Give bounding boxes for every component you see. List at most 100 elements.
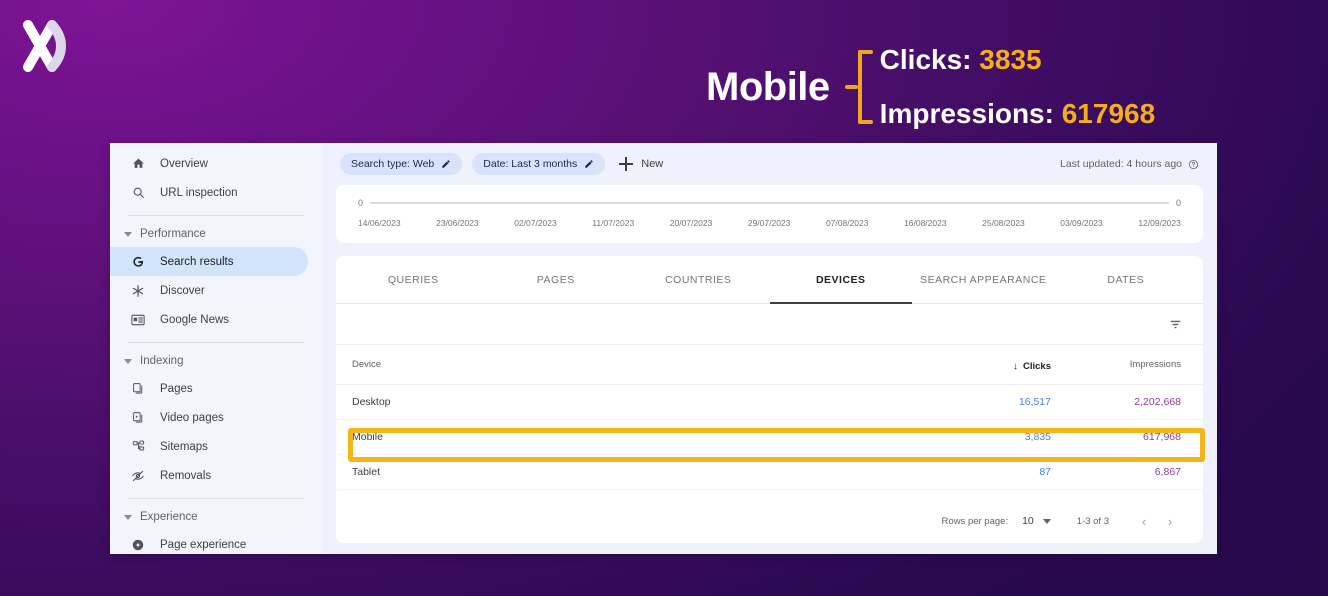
sidebar-item-url-inspection[interactable]: URL inspection — [110, 178, 308, 207]
divider — [128, 215, 304, 216]
sidebar-item-label: Discover — [160, 284, 205, 297]
cell-clicks: 87 — [1039, 466, 1051, 478]
search-type-chip-label: Search type: Web — [351, 158, 435, 170]
column-header-clicks[interactable]: ↓ Clicks — [931, 356, 1051, 374]
sidebar-item-discover[interactable]: Discover — [110, 276, 308, 305]
sidebar-item-sitemaps[interactable]: Sitemaps — [110, 432, 308, 461]
pencil-icon — [441, 159, 451, 169]
pages-icon — [128, 380, 148, 398]
tab-dates[interactable]: DATES — [1055, 256, 1198, 303]
sidebar-group-indexing[interactable]: Indexing — [110, 350, 322, 372]
sort-descending-icon: ↓ — [1013, 360, 1018, 372]
x-tick: 07/08/2023 — [825, 218, 869, 228]
google-g-icon — [128, 253, 148, 271]
new-filter-button[interactable]: New — [619, 157, 663, 171]
new-filter-label: New — [641, 158, 664, 170]
column-header-impressions[interactable]: Impressions — [1051, 359, 1181, 370]
table-row[interactable]: Mobile 3,835 617,968 — [336, 420, 1203, 455]
chevron-down-icon[interactable] — [1042, 518, 1051, 524]
x-tick: 11/07/2023 — [592, 218, 635, 228]
sidebar-item-removals[interactable]: Removals — [110, 461, 308, 490]
table-filter-row — [336, 304, 1203, 345]
headline-device-label: Mobile — [706, 65, 830, 109]
sidebar-item-label: Page experience — [160, 538, 247, 551]
last-updated-label: Last updated: 4 hours ago — [1059, 158, 1182, 170]
table-pagination: Rows per page: 10 1-3 of 3 ‹ › — [336, 499, 1203, 543]
tab-queries[interactable]: QUERIES — [342, 256, 485, 303]
home-icon — [128, 155, 148, 173]
headline-impressions-value: 617968 — [1061, 98, 1156, 129]
date-chip-label: Date: Last 3 months — [483, 158, 578, 170]
bracket-icon — [844, 50, 873, 124]
table-row[interactable]: Tablet 87 6,867 — [336, 455, 1203, 490]
news-card-icon — [128, 311, 148, 329]
pencil-icon — [584, 159, 594, 169]
sidebar-item-overview[interactable]: Overview — [110, 149, 308, 178]
rows-per-page-label: Rows per page: — [941, 515, 1009, 527]
search-type-chip[interactable]: Search type: Web — [340, 153, 463, 175]
x-tick: 23/06/2023 — [436, 218, 479, 228]
sidebar-item-label: Search results — [160, 255, 234, 268]
x-tick: 29/07/2023 — [747, 218, 791, 228]
headline-impressions-label: Impressions: — [879, 98, 1054, 129]
x-tick: 20/07/2023 — [669, 218, 713, 228]
headline: Mobile Clicks: 3835 Impressions: 617968 — [706, 36, 1155, 138]
divider — [128, 342, 304, 343]
tab-search-appearance[interactable]: SEARCH APPEARANCE — [912, 256, 1055, 303]
sidebar-item-label: Video pages — [160, 411, 224, 424]
tab-pages[interactable]: PAGES — [485, 256, 628, 303]
plus-icon — [619, 157, 634, 171]
cell-impressions: 6,867 — [1154, 466, 1181, 478]
promo-graphic: Mobile Clicks: 3835 Impressions: 617968 — [0, 0, 1328, 596]
sidebar-group-label: Performance — [140, 228, 206, 240]
tab-devices[interactable]: DEVICES — [769, 256, 913, 304]
search-console-window: Overview URL inspection Performance Sear… — [110, 143, 1217, 554]
sidebar: Overview URL inspection Performance Sear… — [110, 143, 322, 554]
x-tick: 16/08/2023 — [904, 218, 947, 228]
x-tick: 14/06/2023 — [358, 218, 401, 228]
filter-icon[interactable] — [1168, 318, 1183, 331]
filters-toolbar: Search type: Web Date: Last 3 months New — [336, 143, 1203, 185]
last-updated: Last updated: 4 hours ago — [1060, 158, 1203, 170]
sidebar-item-google-news[interactable]: Google News — [110, 305, 308, 334]
rows-per-page-value[interactable]: 10 — [1022, 515, 1034, 527]
next-page-button[interactable]: › — [1157, 508, 1183, 534]
column-header-device[interactable]: Device — [352, 359, 931, 370]
chevron-down-icon — [124, 514, 132, 520]
asterisk-icon — [128, 282, 148, 300]
tab-countries[interactable]: COUNTRIES — [627, 256, 770, 303]
chart-right-axis-zero: 0 — [1175, 198, 1181, 208]
dimension-tabs: QUERIES PAGES COUNTRIES DEVICES SEARCH A… — [336, 256, 1203, 304]
previous-page-button[interactable]: ‹ — [1131, 508, 1157, 534]
cell-device: Tablet — [352, 466, 381, 478]
pager-controls: ‹ › — [1131, 508, 1183, 534]
sitemap-icon — [128, 438, 148, 456]
sidebar-item-label: Overview — [160, 157, 208, 170]
main-content: Search type: Web Date: Last 3 months New — [322, 143, 1217, 554]
sidebar-item-pages[interactable]: Pages — [110, 374, 308, 403]
sidebar-item-label: Pages — [160, 382, 193, 395]
headline-stats: Clicks: 3835 Impressions: 617968 — [880, 46, 1156, 128]
sidebar-item-video-pages[interactable]: Video pages — [110, 403, 308, 432]
sidebar-group-experience[interactable]: Experience — [110, 506, 322, 528]
divider — [128, 498, 304, 499]
cell-device: Desktop — [352, 396, 391, 408]
column-header-clicks-label: Clicks — [1023, 360, 1051, 372]
table-row[interactable]: Desktop 16,517 2,202,668 — [336, 385, 1203, 420]
pagination-range: 1-3 of 3 — [1076, 515, 1109, 527]
help-icon[interactable] — [1188, 159, 1199, 170]
dimension-table-panel: QUERIES PAGES COUNTRIES DEVICES SEARCH A… — [336, 256, 1203, 543]
sidebar-item-label: URL inspection — [160, 186, 238, 199]
x-tick: 12/09/2023 — [1138, 218, 1181, 228]
date-chip[interactable]: Date: Last 3 months — [472, 153, 606, 175]
cell-impressions: 617,968 — [1143, 431, 1181, 443]
chart-axis: 0 0 — [358, 196, 1181, 210]
sidebar-item-search-results[interactable]: Search results — [110, 247, 308, 276]
x-logo — [22, 20, 78, 72]
cell-clicks: 16,517 — [1018, 396, 1051, 408]
sidebar-group-performance[interactable]: Performance — [110, 223, 322, 245]
chart-left-axis-zero: 0 — [358, 198, 364, 208]
sidebar-group-label: Experience — [140, 511, 198, 523]
chevron-down-icon — [124, 231, 132, 237]
sidebar-item-page-experience[interactable]: Page experience — [110, 530, 308, 554]
